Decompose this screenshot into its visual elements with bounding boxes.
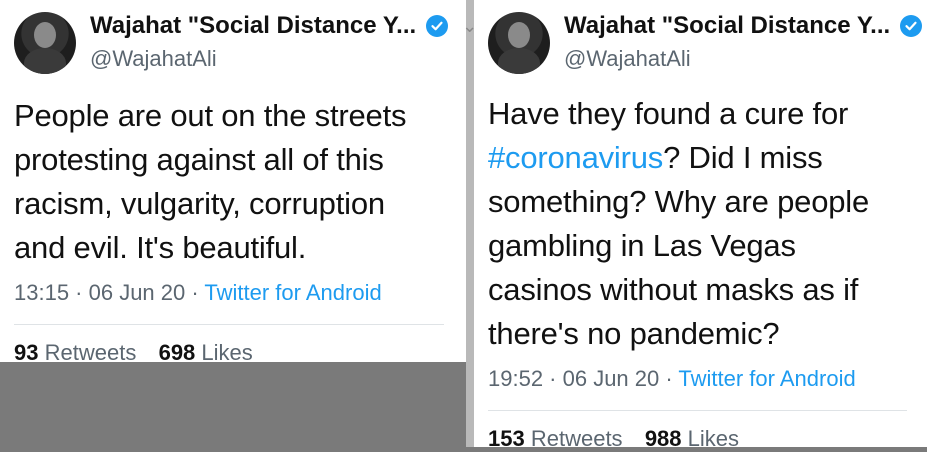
tweet-text-part: Have they found a cure for [488, 96, 849, 131]
author-name[interactable]: Wajahat "Social Distance Y... [90, 12, 416, 40]
tweet-meta: 13:15 · 06 Jun 20 · Twitter for Android [14, 280, 444, 306]
tweet-card-right: Wajahat "Social Distance Y... ⌄ @Wajahat… [474, 0, 927, 451]
likes-label[interactable]: Likes [201, 340, 252, 365]
author-handle[interactable]: @WajahatAli [564, 46, 691, 72]
tweet-source-link[interactable]: Twitter for Android [678, 366, 855, 391]
likes-count[interactable]: 988 [645, 426, 682, 451]
author-row: Wajahat "Social Distance Y... ⌄ [564, 12, 927, 40]
tweet-timestamp: 13:15 · 06 Jun 20 · [14, 280, 205, 305]
tweet-text: Have they found a cure for #coronavirus?… [488, 92, 907, 356]
tweet-stats: 153 Retweets 988 Likes [488, 426, 907, 452]
hashtag-link[interactable]: #coronavirus [488, 140, 663, 175]
collage-gap [466, 0, 474, 447]
author-name[interactable]: Wajahat "Social Distance Y... [564, 12, 890, 40]
tweet-text: People are out on the streets protesting… [14, 98, 407, 265]
retweets-count[interactable]: 153 [488, 426, 525, 451]
tweet-source-link[interactable]: Twitter for Android [204, 280, 381, 305]
avatar[interactable] [14, 12, 76, 74]
tweet-stats: 93 Retweets 698 Likes [14, 340, 444, 366]
verified-badge-icon [426, 15, 449, 37]
likes-label[interactable]: Likes [688, 426, 739, 451]
author-handle[interactable]: @WajahatAli [90, 46, 217, 72]
tweet-meta: 19:52 · 06 Jun 20 · Twitter for Android [488, 366, 907, 392]
likes-count[interactable]: 698 [159, 340, 196, 365]
tweet-header: Wajahat "Social Distance Y... ⌄ @Wajahat… [14, 0, 477, 86]
tweet-card-left: Wajahat "Social Distance Y... ⌄ @Wajahat… [0, 0, 477, 365]
retweets-label[interactable]: Retweets [531, 426, 623, 451]
verified-badge-icon [900, 15, 923, 37]
retweets-label[interactable]: Retweets [45, 340, 137, 365]
divider [488, 410, 907, 411]
retweets-count[interactable]: 93 [14, 340, 38, 365]
divider [14, 324, 444, 325]
tweet-header: Wajahat "Social Distance Y... ⌄ @Wajahat… [488, 0, 923, 86]
avatar[interactable] [488, 12, 550, 74]
tweet-timestamp: 19:52 · 06 Jun 20 · [488, 366, 679, 391]
author-row: Wajahat "Social Distance Y... ⌄ [90, 12, 477, 40]
